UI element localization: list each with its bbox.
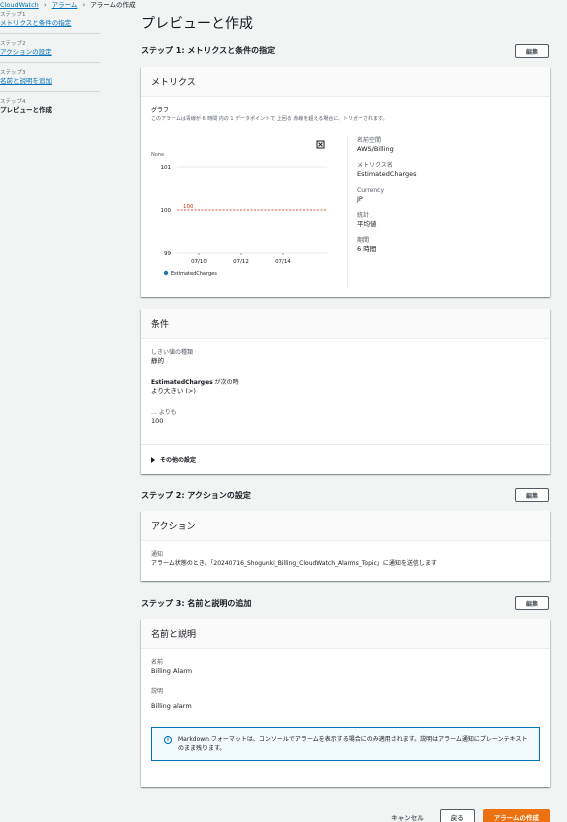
threshold-type-label: しきい値の種類: [151, 349, 194, 356]
caret-right-icon: [151, 456, 155, 463]
chevron-right-icon: ›: [82, 1, 86, 9]
divider: [0, 62, 100, 63]
detail-value: AWS/Billing: [357, 145, 394, 153]
when-suffix: が次の時: [212, 379, 239, 386]
legend-label: EstimatedCharges: [171, 271, 217, 277]
y-tick-label: 100: [161, 208, 172, 214]
chart-unit-label: None: [151, 152, 164, 158]
y-tick-label: 101: [161, 165, 172, 171]
description-value: Billing alarm: [151, 702, 192, 710]
graph-label: グラフ: [151, 107, 170, 114]
metric-details: 名前空間 AWS/Billing メトリクス名 EstimatedCharges…: [347, 137, 417, 287]
edit-step2-button[interactable]: 編集: [515, 488, 549, 502]
breadcrumb: CloudWatch › アラーム › アラームの作成: [0, 0, 136, 10]
chevron-right-icon: ›: [43, 1, 47, 9]
detail-namespace: 名前空間 AWS/Billing: [357, 137, 417, 154]
name-description-card: 名前と説明 名前 Billing Alarm 説明 Billing alarm …: [141, 619, 550, 787]
step-number: ステップ2: [0, 41, 26, 47]
actions-card: アクション 通知 アラーム状態のとき、「20240716_Shogunki_Bi…: [141, 511, 550, 581]
metric-chart: None 101 100 99 07/10 07/12 07/14 100 Estima…: [151, 140, 327, 277]
detail-currency: Currency JP: [357, 187, 417, 204]
name-value: Billing Alarm: [151, 667, 193, 675]
breadcrumb-cloudwatch[interactable]: CloudWatch: [0, 1, 39, 9]
wizard-step-2: ステップ2 アクションの設定: [0, 41, 100, 57]
breadcrumb-current: アラームの作成: [90, 1, 136, 9]
wizard-step-4: ステップ4 プレビューと作成: [0, 99, 100, 115]
metrics-card-title: メトリクス: [141, 67, 550, 97]
than-label: … よりも: [151, 409, 177, 416]
detail-label: 統計: [357, 212, 370, 219]
detail-statistic: 統計 平均値: [357, 212, 417, 229]
detail-label: 名前空間: [357, 137, 382, 144]
page-title: プレビューと作成: [141, 16, 253, 32]
x-tick-label: 07/12: [233, 259, 249, 265]
step2-heading: ステップ 2: アクションの設定: [141, 491, 251, 500]
detail-value: JP: [357, 195, 363, 203]
step-number: ステップ4: [0, 99, 26, 105]
back-button[interactable]: 戻る: [439, 809, 475, 822]
divider: [0, 33, 100, 34]
step-number: ステップ1: [0, 12, 26, 18]
step3-heading: ステップ 3: 名前と説明の追加: [141, 599, 252, 608]
cancel-button[interactable]: キャンセル: [383, 812, 432, 822]
step1-heading: ステップ 1: メトリクスと条件の指定: [141, 46, 276, 55]
detail-value: EstimatedCharges: [357, 170, 417, 178]
x-tick-label: 07/14: [275, 259, 291, 265]
markdown-info-alert: i Markdown フォーマットは、コンソールでアラームを表示する場合にのみ適…: [151, 727, 540, 761]
legend-swatch: [163, 270, 169, 276]
detail-value: 平均値: [357, 220, 377, 228]
wizard-step-3: ステップ3 名前と説明を追加: [0, 70, 100, 86]
threshold-label: 100: [183, 204, 194, 210]
detail-label: メトリクス名: [357, 162, 393, 169]
name-description-card-title: 名前と説明: [141, 619, 550, 649]
step-number: ステップ3: [0, 70, 26, 76]
detail-period: 期間 6 時間: [357, 237, 417, 254]
wizard-footer: キャンセル 戻る アラームの作成: [383, 809, 550, 822]
when-value: より大きい (>): [151, 387, 196, 395]
info-icon: i: [164, 736, 172, 744]
step-current-preview: プレビューと作成: [0, 106, 52, 114]
detail-value: 6 時間: [357, 245, 377, 253]
step-link-name[interactable]: 名前と説明を追加: [0, 77, 100, 86]
step-link-metrics[interactable]: メトリクスと条件の指定: [0, 19, 100, 28]
divider: [0, 91, 100, 92]
conditions-card-title: 条件: [141, 309, 550, 339]
when-label: EstimatedCharges が次の時: [151, 379, 540, 387]
description-label: 説明: [151, 688, 164, 695]
step-link-actions[interactable]: アクションの設定: [0, 48, 100, 57]
edit-step1-button[interactable]: 編集: [515, 44, 549, 58]
metrics-card: メトリクス グラフ このアラームは青線が 6 時間 内の 1 データポイントで …: [141, 67, 550, 297]
detail-label: Currency: [357, 187, 385, 194]
than-value: 100: [151, 417, 164, 425]
wizard-steps-nav: ステップ1 メトリクスと条件の指定 ステップ2 アクションの設定 ステップ3 名…: [0, 12, 100, 115]
graph-description: このアラームは青線が 6 時間 内の 1 データポイントで 上回る 赤線を超える…: [151, 116, 388, 122]
detail-metric-name: メトリクス名 EstimatedCharges: [357, 162, 417, 179]
wizard-step-1: ステップ1 メトリクスと条件の指定: [0, 12, 100, 28]
other-settings-expander[interactable]: その他の設定: [141, 444, 550, 474]
detail-label: 期間: [357, 237, 370, 244]
when-metric: EstimatedCharges: [151, 379, 213, 386]
actions-card-title: アクション: [141, 511, 550, 541]
threshold-type-value: 静的: [151, 357, 164, 365]
enlarge-icon[interactable]: [316, 140, 325, 149]
create-alarm-button[interactable]: アラームの作成: [482, 809, 550, 822]
info-text: Markdown フォーマットは、コンソールでアラームを表示する場合にのみ適用さ…: [178, 736, 528, 752]
breadcrumb-alarms[interactable]: アラーム: [52, 1, 78, 9]
conditions-card: 条件 しきい値の種類 静的 EstimatedCharges が次の時 より大き…: [141, 309, 550, 474]
y-tick-label: 99: [164, 251, 171, 257]
edit-step3-button[interactable]: 編集: [515, 596, 549, 610]
other-settings-label: その他の設定: [160, 457, 197, 464]
notify-label: 通知: [151, 551, 164, 558]
name-label: 名前: [151, 659, 164, 666]
notify-value: アラーム状態のとき、「20240716_Shogunki_Billing_Clo…: [151, 560, 437, 567]
x-tick-label: 07/10: [191, 259, 207, 265]
